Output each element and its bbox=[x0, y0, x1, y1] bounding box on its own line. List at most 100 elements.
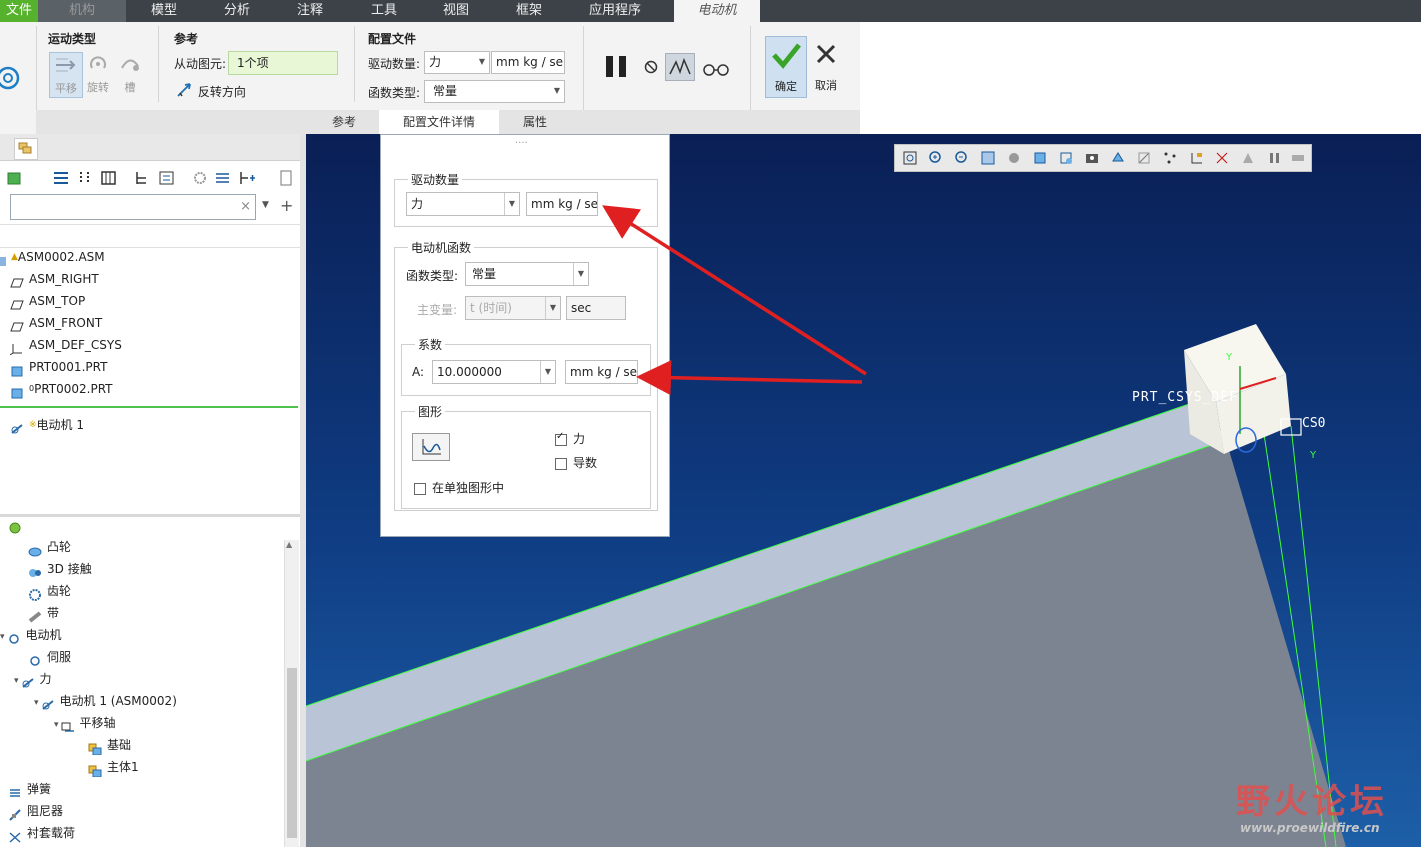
tab-profile-details[interactable]: 配置文件详情 bbox=[379, 110, 499, 134]
mech-item-motor1-asm[interactable]: ▾ 电动机 1 (ASM0002) bbox=[34, 690, 177, 712]
refit-icon[interactable] bbox=[903, 151, 917, 165]
drive-qty-value: 力 bbox=[429, 55, 442, 69]
mech-item-gear[interactable]: 齿轮 bbox=[28, 580, 71, 602]
menu-view[interactable]: 视图 bbox=[420, 0, 492, 22]
section-icon[interactable] bbox=[1111, 151, 1125, 165]
view-manager-icon[interactable] bbox=[1059, 151, 1073, 165]
stack-icon[interactable] bbox=[214, 170, 232, 186]
menu-motor-active[interactable]: 电动机 bbox=[674, 0, 760, 22]
tree-item-asm-front[interactable]: ASM_FRONT bbox=[10, 312, 102, 334]
drag-grip[interactable]: .... bbox=[515, 135, 528, 146]
settings-tree-icon[interactable] bbox=[158, 170, 176, 186]
tree-item-label: PRT0001.PRT bbox=[29, 360, 108, 374]
menu-mechanism[interactable]: 机构 bbox=[38, 0, 126, 22]
mech-item-bushing[interactable]: 衬套载荷 bbox=[8, 822, 75, 844]
pause-icon[interactable] bbox=[1267, 151, 1281, 165]
func-type-select[interactable]: 常量 ▼ bbox=[424, 80, 565, 103]
zoom-in-icon[interactable] bbox=[929, 151, 943, 165]
force-checkbox-label: 力 bbox=[573, 432, 586, 446]
tree-item-label: ASM_FRONT bbox=[29, 316, 103, 330]
mech-item-force[interactable]: ▾ 力 bbox=[14, 668, 52, 690]
mech-item-ground[interactable]: 基础 bbox=[88, 734, 131, 756]
layers-tab[interactable] bbox=[14, 138, 38, 160]
tree-scrollbar[interactable]: ▲ bbox=[284, 540, 299, 847]
derivative-checkbox-label: 导数 bbox=[573, 456, 598, 470]
tree-add-icon[interactable] bbox=[238, 170, 256, 186]
gear-icon[interactable] bbox=[192, 170, 208, 186]
list-icon[interactable] bbox=[52, 170, 70, 186]
tree-item-prt0001[interactable]: PRT0001.PRT bbox=[10, 356, 107, 378]
display-style-icon[interactable] bbox=[1007, 151, 1021, 165]
repaint-icon[interactable] bbox=[981, 151, 995, 165]
profile-details-panel: .... 驱动数量 力 ▼ mm kg / se 电动机函数 函数类型: 常量 … bbox=[380, 134, 670, 537]
tab-references[interactable]: 参考 bbox=[309, 110, 379, 134]
pause-button[interactable] bbox=[604, 55, 630, 79]
table-icon[interactable] bbox=[100, 170, 118, 186]
cancel-button[interactable]: 取消 bbox=[810, 36, 842, 96]
scroll-thumb[interactable] bbox=[287, 668, 297, 838]
menu-tools[interactable]: 工具 bbox=[348, 0, 420, 22]
menu-file[interactable]: 文件 bbox=[0, 0, 38, 22]
menu-annotate[interactable]: 注释 bbox=[272, 0, 348, 22]
no-preview-button[interactable] bbox=[643, 59, 659, 75]
menu-model[interactable]: 模型 bbox=[126, 0, 202, 22]
tree-item-label: 阻尼器 bbox=[27, 804, 64, 818]
coef-a-input[interactable]: 10.000000 ▼ bbox=[432, 360, 556, 384]
saved-orientation-icon[interactable] bbox=[1033, 151, 1047, 165]
dialog-func-type-select[interactable]: 常量 ▼ bbox=[465, 262, 589, 286]
glasses-button[interactable] bbox=[702, 60, 732, 76]
document-icon[interactable] bbox=[278, 170, 294, 186]
clear-icon[interactable]: × bbox=[240, 199, 251, 214]
menu-analysis[interactable]: 分析 bbox=[202, 0, 272, 22]
separate-graph-checkbox[interactable]: 在单独图形中 bbox=[414, 479, 504, 496]
force-checkbox[interactable]: 力 bbox=[555, 430, 585, 447]
dialog-drive-qty-select[interactable]: 力 ▼ bbox=[406, 192, 520, 216]
panel-splitter[interactable] bbox=[0, 514, 300, 517]
cube-green-icon[interactable] bbox=[6, 170, 26, 186]
menu-applications[interactable]: 应用程序 bbox=[566, 0, 664, 22]
tree-item-motor1[interactable]: ※电动机 1 bbox=[10, 414, 84, 436]
chevron-down-icon[interactable]: ▼ bbox=[262, 200, 269, 210]
mech-item-motors[interactable]: ▾ 电动机 bbox=[0, 624, 62, 646]
datum-plane-display-icon[interactable] bbox=[1137, 151, 1151, 165]
csys-display-icon[interactable] bbox=[1189, 151, 1203, 165]
mech-item-translate-axis[interactable]: ▾ 平移轴 bbox=[54, 712, 116, 734]
slot-button[interactable]: 槽 bbox=[116, 52, 144, 96]
annotation-display-icon[interactable] bbox=[1241, 151, 1255, 165]
tree-item-asm[interactable]: ▲ASM0002.ASM bbox=[0, 246, 105, 268]
menu-frame[interactable]: 框架 bbox=[492, 0, 566, 22]
spring-icon bbox=[8, 784, 22, 797]
mech-item-3d-contact[interactable]: 3D 接触 bbox=[28, 558, 92, 580]
mech-item-cam[interactable]: 凸轮 bbox=[28, 536, 71, 558]
rotate-button[interactable]: 旋转 bbox=[84, 52, 112, 96]
graph-button[interactable] bbox=[412, 433, 450, 461]
translate-button[interactable]: 平移 bbox=[49, 52, 83, 98]
drive-qty-select[interactable]: 力 ▼ bbox=[424, 51, 490, 74]
spin-center-icon[interactable] bbox=[1291, 151, 1305, 165]
columns-icon[interactable] bbox=[78, 170, 92, 186]
tree-item-asm-def-csys[interactable]: ASM_DEF_CSYS bbox=[9, 334, 122, 356]
mech-item-damper[interactable]: 阻尼器 bbox=[8, 800, 63, 822]
mech-item-body1[interactable]: 主体1 bbox=[88, 756, 139, 778]
tab-properties[interactable]: 属性 bbox=[499, 110, 571, 134]
zoom-out-icon[interactable] bbox=[955, 151, 969, 165]
mech-item-spring[interactable]: 弹簧 bbox=[8, 778, 51, 800]
derivative-checkbox[interactable]: 导数 bbox=[555, 454, 597, 471]
preview-toggle-button[interactable] bbox=[665, 53, 695, 81]
reverse-direction-button[interactable]: 反转方向 bbox=[176, 82, 246, 100]
tree-item-asm-top[interactable]: ASM_TOP bbox=[10, 290, 85, 312]
mech-item-servo[interactable]: 伺服 bbox=[28, 646, 71, 668]
perspective-icon[interactable] bbox=[1085, 151, 1099, 165]
scroll-up-icon[interactable]: ▲ bbox=[286, 540, 292, 549]
tree-search-input[interactable]: × bbox=[10, 194, 256, 220]
tree-item-prt0002[interactable]: 0PRT0002.PRT bbox=[10, 378, 113, 400]
tree-item-asm-right[interactable]: ASM_RIGHT bbox=[10, 268, 99, 290]
driven-entity-field[interactable]: 1个项 bbox=[228, 51, 338, 75]
confirm-button[interactable]: 确定 bbox=[765, 36, 807, 98]
drive-qty-group-title: 驱动数量 bbox=[408, 171, 463, 188]
point-display-icon[interactable] bbox=[1163, 151, 1177, 165]
filter-tree-icon[interactable] bbox=[134, 170, 152, 186]
mech-item-belt[interactable]: 带 bbox=[28, 602, 59, 624]
axis-display-icon[interactable] bbox=[1215, 151, 1229, 165]
add-icon[interactable]: + bbox=[280, 196, 293, 215]
